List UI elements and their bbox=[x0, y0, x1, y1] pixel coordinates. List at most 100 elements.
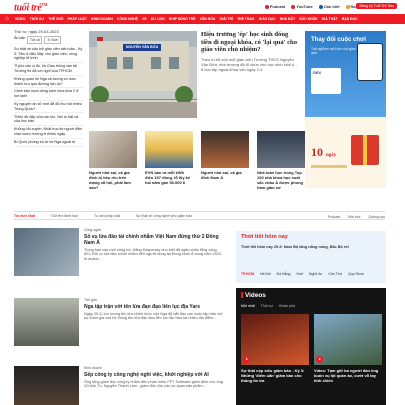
feed-body: Công nghệ Số vụ lừa đảo tài chính nhắm V… bbox=[84, 228, 226, 262]
weather-headline[interactable]: Thời tiết hôm nay 29-3: Nam Bộ tăng nắng… bbox=[241, 245, 349, 249]
flag-icon bbox=[97, 37, 103, 41]
video-section: Videos Mới nhất Thời sự Khám phá Sự thật… bbox=[236, 288, 386, 405]
promo-unit: ngày bbox=[326, 153, 337, 158]
top-links: Podcast YouTube Cần biết Rao vặt bbox=[264, 4, 365, 9]
nav-item-kinh-doanh[interactable]: KINH DOANH bbox=[91, 17, 113, 21]
nav-item-nhip-song-tre[interactable]: NHỊP SỐNG TRẺ bbox=[169, 17, 196, 21]
top-link-youtube[interactable]: YouTube bbox=[291, 4, 313, 9]
nav-item-thoi-su[interactable]: THỜI SỰ bbox=[30, 17, 44, 21]
nav-item-ban-doc[interactable]: BẠN ĐỌC bbox=[342, 17, 358, 21]
feed-title[interactable]: Sếp công ty công nghệ nghỉ việc, khởi ng… bbox=[84, 372, 226, 378]
hero-image[interactable]: NGUYỄN VĂN BỬA bbox=[89, 31, 197, 118]
play-icon[interactable] bbox=[243, 356, 250, 363]
weather-box: Thời tiết hôm nay Thời tiết hôm nay 29-3… bbox=[236, 231, 386, 283]
ad-banner[interactable]: Thay đổi cuộc chơi Trải nghiệm mới cho m… bbox=[305, 31, 386, 188]
left-news-item[interactable]: Sự thật về câu hỏi giáo viên siêu bảo - … bbox=[14, 46, 84, 64]
tag-item[interactable]: Sự thật về công nghệ siêu giảm báo bbox=[128, 214, 200, 218]
secondary-news-row: Người nhà sai, cả gia đình bị bêu rêu tr… bbox=[89, 131, 305, 191]
window bbox=[169, 57, 179, 69]
video-card[interactable]: Sự thật cộp siêu giảm báo - Kỳ 3: Những … bbox=[241, 314, 309, 383]
feed-summary: Trong báo cáo mới công bố, Hãng Kaspersk… bbox=[84, 247, 223, 262]
promo-line bbox=[311, 165, 347, 168]
tag-item[interactable]: Giữ lên đánh bạc bbox=[43, 214, 86, 218]
window bbox=[107, 57, 117, 69]
left-news-item[interactable]: Tỉ phú các vị đó, bộ Giáo thông vận tải … bbox=[14, 63, 84, 76]
window bbox=[123, 57, 133, 69]
tag-bar: Tin mới nhất Giữ lên đánh bạc Tu vấn phá… bbox=[14, 211, 385, 220]
news-card[interactable]: EVN bán ra mỗi kWh điện 197 đồng, lỗ lũy… bbox=[145, 131, 193, 191]
nav-item-giao-duc[interactable]: GIÁO DỤC bbox=[259, 17, 276, 21]
podcast-link[interactable]: Podcast bbox=[328, 215, 340, 219]
feed-body: Thế giới Nga tập trận với tên lửa đạn đạ… bbox=[84, 298, 226, 321]
ad-title: Thay đổi cuộc chơi bbox=[311, 37, 366, 43]
weather-city[interactable]: Nghệ An bbox=[309, 272, 322, 276]
edition-select-option[interactable]: Ⓐ Đơn bbox=[44, 36, 61, 44]
nav-item-video[interactable]: VIDEO bbox=[15, 17, 26, 21]
feed-category[interactable]: Thế giới bbox=[84, 298, 226, 302]
video-tab[interactable]: Mới nhất bbox=[241, 304, 255, 308]
feed-category[interactable]: Công nghệ bbox=[84, 228, 226, 232]
feed-title[interactable]: Nga tập trận với tên lửa đạn đạo liên lụ… bbox=[84, 304, 226, 310]
left-news-item[interactable]: Cảnh báo mưa dông sớm mùa đưa 2 ở nơi lạ… bbox=[14, 88, 84, 101]
feed-category[interactable]: Kinh doanh bbox=[84, 366, 226, 370]
weather-city[interactable]: Quy Nhơn bbox=[348, 272, 364, 276]
main-nav: ⌂ VIDEO THỜI SỰ THẾ GIỚI PHÁP LUẬT KINH … bbox=[0, 14, 405, 24]
left-news-item[interactable]: Không quan hệ Nga và tương có mức thành … bbox=[14, 76, 84, 89]
nav-item-phap-luat[interactable]: PHÁP LUẬT bbox=[68, 17, 87, 21]
feed-title[interactable]: Số vụ lừa đảo tài chính nhắm Việt Nam đứ… bbox=[84, 234, 226, 246]
new-link[interactable]: Mới bóc bbox=[348, 215, 360, 219]
video-title[interactable]: Video: Tạm giữ ba người đàn ông buôn vụ … bbox=[314, 368, 382, 383]
logo-text: tuổi trẻ bbox=[14, 2, 42, 14]
nav-item-van-hoa[interactable]: VĂN HÓA bbox=[200, 17, 216, 21]
podcast-icon bbox=[264, 4, 269, 9]
nav-item-nha-dat[interactable]: NHÀ ĐẤT bbox=[280, 17, 295, 21]
weather-city[interactable]: Hà Nội bbox=[260, 272, 271, 276]
news-card[interactable]: Nhà toán học trong Top 100 nhà khoa học … bbox=[257, 131, 305, 191]
video-tab[interactable]: Thời sự bbox=[261, 304, 273, 308]
site-logo[interactable]: tuổi trẻTM bbox=[14, 2, 47, 13]
ads-link[interactable]: Quảng cáo bbox=[368, 215, 385, 219]
nav-item-giai-tri[interactable]: GIẢI TRÍ bbox=[220, 17, 233, 21]
ad-promo: 10 ngày bbox=[305, 117, 386, 188]
nav-item-gia-that[interactable]: GIẢ THẬT bbox=[322, 17, 338, 21]
nav-item-suc-khoe[interactable]: SỨC KHỎE bbox=[299, 17, 317, 21]
video-card[interactable]: Video: Tạm giữ ba người đàn ông buôn vụ … bbox=[314, 314, 382, 383]
nav-item-the-thao[interactable]: THỂ THAO bbox=[237, 17, 254, 21]
promo-number-value: 10 bbox=[311, 145, 323, 159]
tag-latest[interactable]: Tin mới nhất bbox=[14, 214, 43, 218]
weather-title[interactable]: Thời tiết hôm nay bbox=[241, 234, 288, 240]
news-card[interactable]: Người nhà sai, cả gia đình bị bêu rêu tr… bbox=[89, 131, 137, 191]
nav-item-xe[interactable]: XE bbox=[142, 17, 147, 21]
news-card[interactable]: Người nhà sai, cả gia đình Nam Á bbox=[201, 131, 249, 191]
evn-workers-icon bbox=[145, 131, 193, 168]
left-news-item[interactable]: Thiếu đồ đặp của các tốc, Nói tụ trật xả… bbox=[14, 113, 84, 126]
video-tab[interactable]: Khám phá bbox=[279, 304, 295, 308]
home-icon[interactable]: ⌂ bbox=[0, 16, 14, 22]
left-news-item[interactable]: Bí Quốc phòng trú tờ về Nga ngoài trị bbox=[14, 139, 84, 147]
promo-number: 10 ngày bbox=[311, 145, 336, 160]
weather-city[interactable]: TP.HCM bbox=[241, 272, 254, 276]
top-link-podcast[interactable]: Podcast bbox=[264, 4, 285, 9]
left-news-item[interactable]: Khủng hỏi xuyên: Nhất trục tiề người điệ… bbox=[14, 126, 84, 139]
top-link-can-biet[interactable]: Cần biết bbox=[318, 4, 340, 9]
left-news-list: Sự thật về câu hỏi giáo viên siêu bảo - … bbox=[14, 46, 84, 147]
hero-title[interactable]: Hiệu trưởng 'ép' học sinh đóng tiền đi n… bbox=[201, 31, 299, 54]
video-thumbnail bbox=[314, 314, 382, 365]
nav-item-the-gioi[interactable]: THẾ GIỚI bbox=[48, 17, 63, 21]
top-link-label: Cần biết bbox=[323, 4, 340, 9]
tag-item[interactable]: Tu vấn pháp luật bbox=[86, 214, 128, 218]
weather-city[interactable]: Huế bbox=[297, 272, 303, 276]
date-label: Thứ tư, ngày 29-03-2023 bbox=[14, 29, 59, 34]
logo-trademark: TM bbox=[41, 2, 48, 7]
video-title[interactable]: Sự thật cộp siêu giảm báo - Kỳ 3: Những … bbox=[241, 368, 309, 383]
nav-item-cong-nghe[interactable]: CÔNG NGHỆ bbox=[117, 17, 138, 21]
play-icon[interactable] bbox=[316, 356, 323, 363]
edition-select-all[interactable]: Tất cả bbox=[27, 36, 43, 44]
left-news-item[interactable]: Kỳ nguyên án xử mới đã đủ thu hút nhiều … bbox=[14, 101, 84, 114]
feed-summary: Ông tổng giám đốc công ty nhắm đến phần … bbox=[84, 379, 223, 389]
weather-city[interactable]: Đà Nẵng bbox=[277, 272, 291, 276]
weather-city[interactable]: Cần Thơ bbox=[328, 272, 342, 276]
nav-item-du-lich[interactable]: DU LỊCH bbox=[151, 17, 165, 21]
signup-button[interactable]: Đăng ký Tuổi Trẻ Sao bbox=[356, 3, 397, 9]
news-card-title: Nhà toán học trong Top 100 nhà khoa học … bbox=[257, 170, 303, 190]
